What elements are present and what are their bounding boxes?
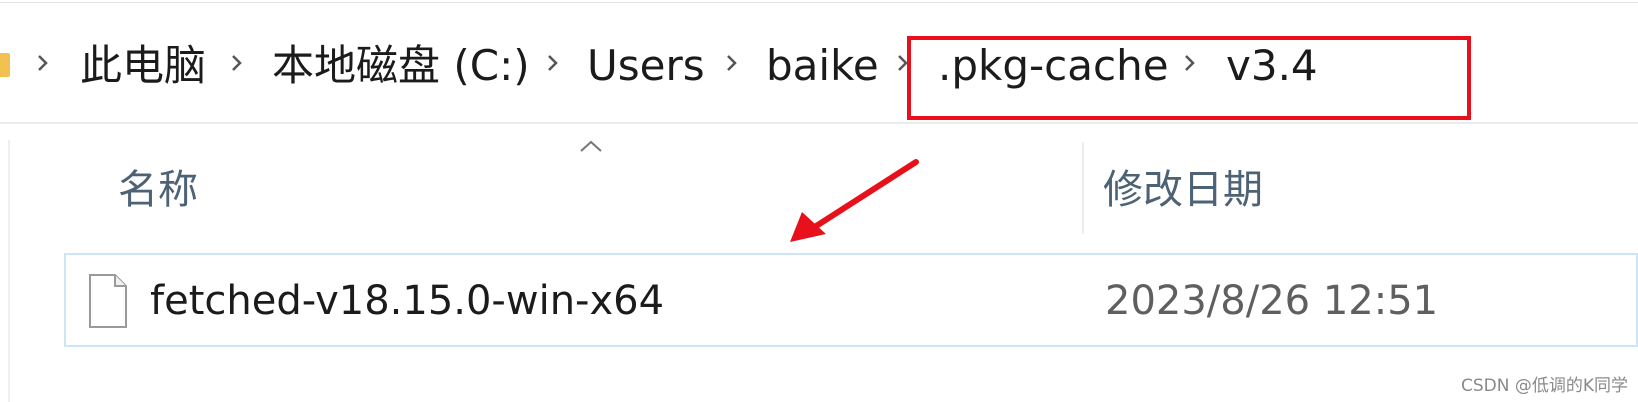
column-header-name[interactable]: 名称: [118, 165, 198, 215]
divider: [0, 122, 1638, 124]
pane-edge: [8, 140, 10, 402]
column-header-date-modified[interactable]: 修改日期: [1103, 165, 1263, 215]
arrow-annotation-icon: [790, 159, 919, 242]
breadcrumb-baike[interactable]: baike: [766, 39, 879, 93]
file-row[interactable]: fetched-v18.15.0-win-x64 2023/8/26 12:51: [64, 253, 1638, 347]
address-bar[interactable]: 此电脑 本地磁盘 (C:) Users baike .pkg-cache v3.…: [0, 3, 1638, 123]
file-date-modified: 2023/8/26 12:51: [1105, 278, 1439, 324]
folder-icon: [0, 53, 10, 77]
chevron-right-icon[interactable]: [36, 53, 50, 73]
breadcrumb-local-disk[interactable]: 本地磁盘 (C:): [272, 39, 530, 93]
chevron-right-icon[interactable]: [230, 53, 244, 73]
file-icon: [88, 273, 128, 333]
chevron-right-icon[interactable]: [725, 53, 739, 73]
column-divider[interactable]: [1082, 142, 1084, 234]
watermark: CSDN @低调的K同学: [1460, 376, 1628, 396]
chevron-right-icon[interactable]: [546, 53, 560, 73]
breadcrumb-this-pc[interactable]: 此电脑: [80, 39, 206, 93]
highlight-annotation-box: [907, 36, 1471, 120]
sort-up-icon[interactable]: [578, 138, 604, 158]
breadcrumb-users[interactable]: Users: [587, 39, 705, 93]
file-name[interactable]: fetched-v18.15.0-win-x64: [150, 277, 664, 325]
